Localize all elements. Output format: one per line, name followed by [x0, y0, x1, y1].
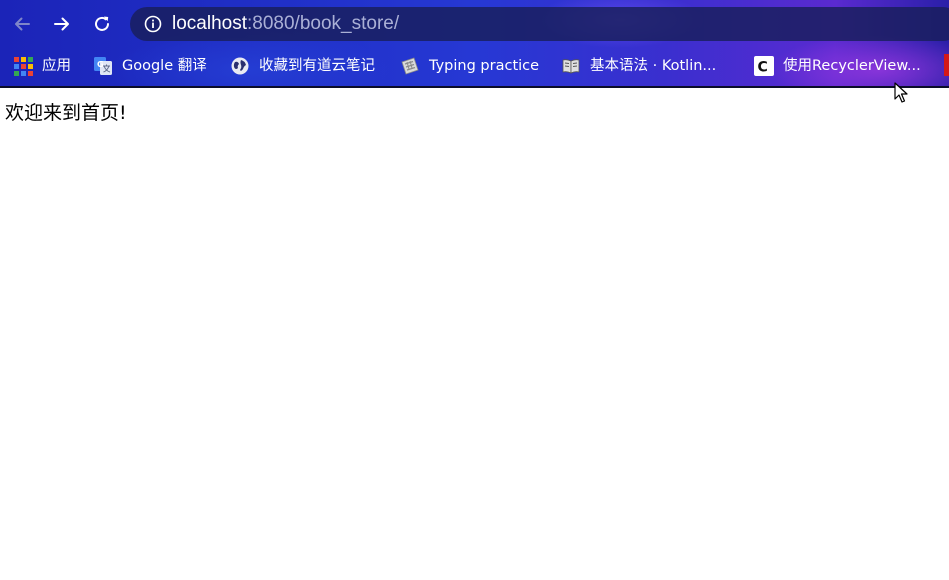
- bookmark-apps[interactable]: 应用: [13, 54, 71, 78]
- bookmark-label: 收藏到有道云笔记: [259, 58, 375, 74]
- bookmark-label: Typing practice: [429, 58, 540, 74]
- reload-icon: [95, 16, 109, 31]
- bookmarks-bar: 应用 G Google 翻译 收藏到有道云笔记 Typing practice …: [0, 52, 949, 80]
- bookmark-google-translate[interactable]: G Google 翻译: [93, 54, 207, 78]
- book-icon: [561, 56, 581, 76]
- bookmark-youdao-note[interactable]: 收藏到有道云笔记: [230, 54, 375, 78]
- keyboard-icon: [400, 56, 420, 76]
- svg-text:G: G: [97, 60, 104, 69]
- csdn-c-icon: C: [754, 56, 774, 76]
- address-bar[interactable]: localhost:8080/book_store/: [130, 7, 949, 41]
- forward-button[interactable]: [48, 10, 76, 38]
- reload-button[interactable]: [88, 10, 116, 38]
- bookmark-label: Google 翻译: [122, 58, 207, 74]
- back-button[interactable]: [8, 10, 36, 38]
- url-text[interactable]: localhost:8080/book_store/: [172, 13, 399, 35]
- bookmark-overflow-icon[interactable]: [944, 54, 949, 76]
- bookmark-recyclerview[interactable]: C 使用RecyclerView...: [754, 54, 921, 78]
- google-translate-icon: G: [93, 56, 113, 76]
- bookmark-typing-practice[interactable]: Typing practice: [400, 54, 539, 78]
- arrow-left-icon: [15, 17, 30, 31]
- bookmark-label: 基本语法 · Kotlin...: [590, 58, 717, 74]
- mouse-cursor-icon: [894, 82, 908, 103]
- apps-grid-icon: [13, 56, 33, 76]
- bookmark-label: 应用: [42, 58, 71, 74]
- arrow-right-icon: [54, 17, 69, 31]
- svg-text:C: C: [758, 60, 768, 76]
- url-path: :8080/book_store/: [247, 13, 400, 34]
- bookmark-label: 使用RecyclerView...: [783, 58, 921, 74]
- info-icon[interactable]: [144, 15, 162, 33]
- bookmark-kotlin-syntax[interactable]: 基本语法 · Kotlin...: [561, 54, 716, 78]
- url-host: localhost: [172, 13, 247, 34]
- browser-toolbar: localhost:8080/book_store/ 应用 G Google 翻…: [0, 0, 949, 88]
- globe-icon: [230, 56, 250, 76]
- welcome-text: 欢迎来到首页!: [5, 102, 127, 124]
